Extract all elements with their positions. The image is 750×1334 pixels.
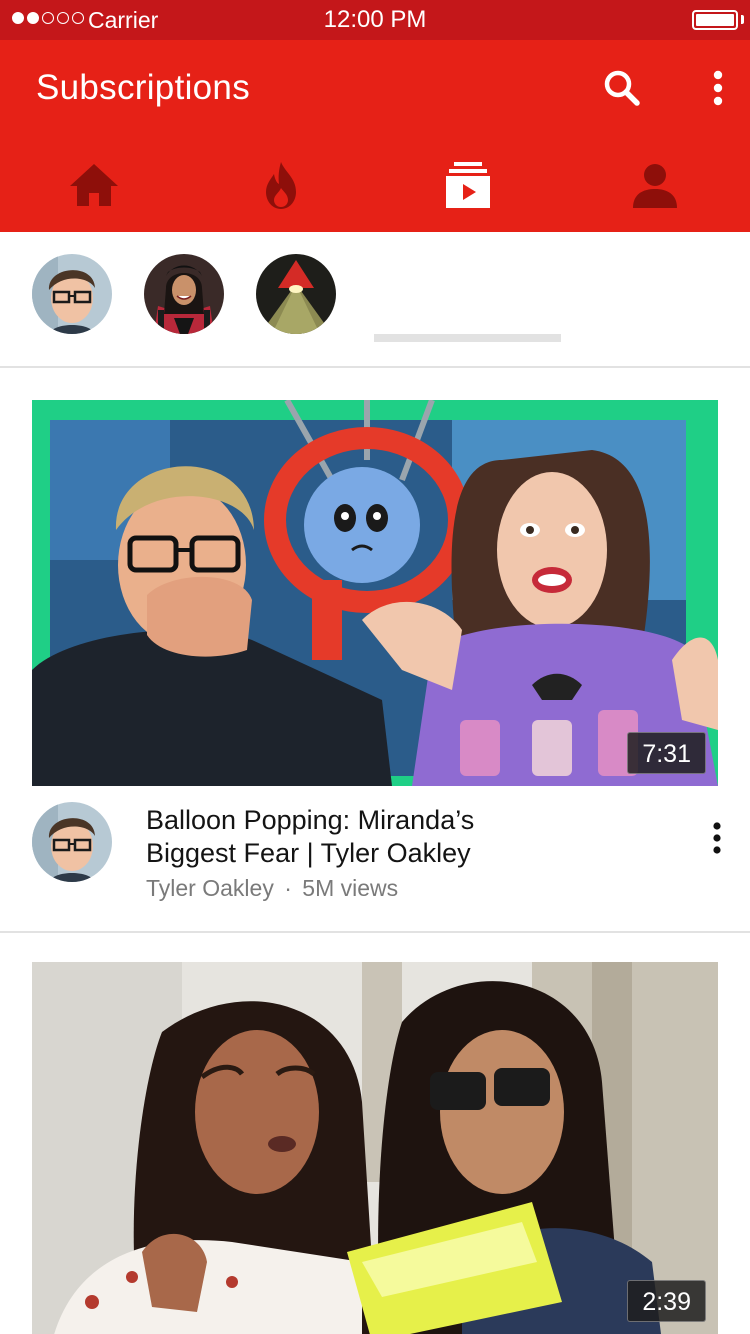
video-thumbnail[interactable]: 2:39	[32, 962, 718, 1334]
video-duration-badge: 7:31	[627, 732, 706, 774]
more-vert-icon	[713, 70, 723, 106]
tab-subscriptions[interactable]	[374, 150, 561, 232]
status-time: 12:00 PM	[323, 6, 427, 33]
tab-account[interactable]	[561, 150, 748, 232]
section-divider	[0, 931, 750, 933]
video-meta: Tyler Oakley · 5M views	[146, 875, 398, 902]
channel-avatar-tyler-oakley[interactable]	[32, 254, 112, 334]
channel-avatar-lamp[interactable]	[256, 254, 336, 334]
video-thumbnail[interactable]: 7:31	[32, 400, 718, 786]
more-vert-icon	[713, 822, 721, 854]
search-button[interactable]	[598, 64, 648, 114]
more-options-button[interactable]	[700, 64, 736, 114]
tab-trending[interactable]	[187, 150, 374, 232]
search-icon	[604, 70, 640, 106]
flame-icon	[265, 162, 296, 209]
battery-icon	[692, 10, 738, 30]
battery-tip	[741, 15, 744, 24]
video-more-button[interactable]	[702, 815, 732, 861]
subscribed-channels-strip	[0, 232, 750, 366]
video-channel-name[interactable]: Tyler Oakley	[146, 875, 274, 901]
status-bar: Carrier 12:00 PM	[0, 0, 750, 40]
video-view-count: 5M views	[302, 875, 399, 901]
channel-avatar-woman[interactable]	[144, 254, 224, 334]
person-icon	[632, 164, 677, 208]
section-divider	[0, 366, 750, 368]
video-title[interactable]: Balloon Popping: Miranda’s Biggest Fear …	[146, 804, 626, 870]
tab-home[interactable]	[0, 150, 187, 232]
tab-bar	[0, 150, 750, 342]
video-title-line: Balloon Popping: Miranda’s	[146, 805, 475, 835]
video-duration-badge: 2:39	[627, 1280, 706, 1322]
home-icon	[69, 164, 118, 206]
video-channel-avatar[interactable]	[32, 802, 112, 882]
app-bar: Subscriptions	[0, 40, 750, 342]
subscriptions-icon	[445, 162, 490, 208]
video-title-line: Biggest Fear | Tyler Oakley	[146, 838, 471, 868]
page-title: Subscriptions	[36, 68, 251, 107]
meta-separator: ·	[284, 875, 292, 901]
